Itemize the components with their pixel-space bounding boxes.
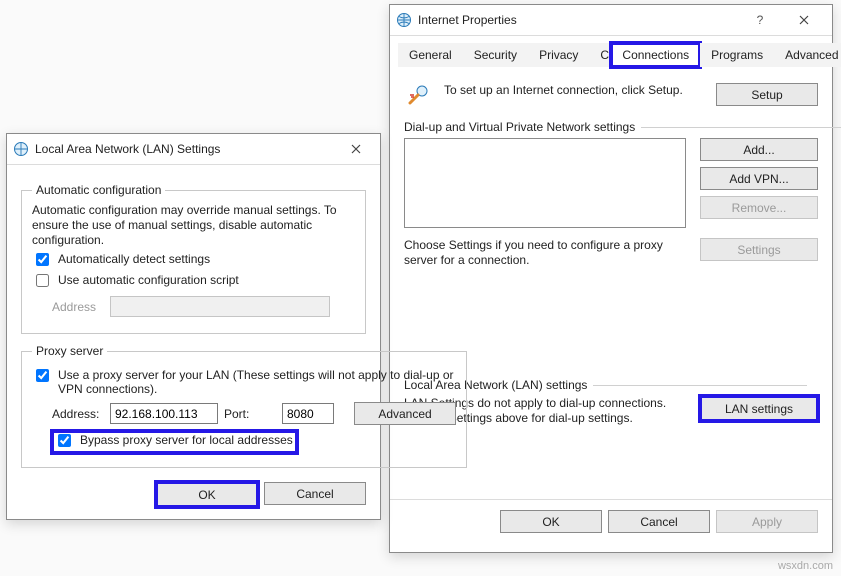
connect-icon <box>404 83 434 105</box>
apply-button: Apply <box>716 510 818 533</box>
auto-config-note: Automatic configuration may override man… <box>32 203 355 248</box>
auto-config-legend: Automatic configuration <box>32 183 165 197</box>
tab-advanced[interactable]: Advanced <box>774 43 841 67</box>
connections-listbox[interactable] <box>404 138 686 228</box>
tab-connections[interactable]: Connections <box>611 43 700 67</box>
help-button[interactable]: ? <box>738 6 782 34</box>
remove-button: Remove... <box>700 196 818 219</box>
window-title: Internet Properties <box>418 13 738 27</box>
bypass-input[interactable] <box>58 434 71 447</box>
proxy-address-input[interactable] <box>110 403 218 424</box>
proxy-port-label: Port: <box>224 407 276 421</box>
proxy-port-input[interactable] <box>282 403 334 424</box>
add-button[interactable]: Add... <box>700 138 818 161</box>
auto-config-group: Automatic configuration Automatic config… <box>21 183 366 334</box>
tab-privacy[interactable]: Privacy <box>528 43 589 67</box>
cancel-button[interactable]: Cancel <box>264 482 366 505</box>
use-proxy-input[interactable] <box>36 369 49 382</box>
setup-button[interactable]: Setup <box>716 83 818 106</box>
script-address-input <box>110 296 330 317</box>
tab-security[interactable]: Security <box>463 43 528 67</box>
titlebar: Internet Properties ? <box>390 5 832 36</box>
advanced-button[interactable]: Advanced <box>354 402 456 425</box>
lan-settings-button[interactable]: LAN settings <box>700 396 818 421</box>
use-script-checkbox[interactable]: Use automatic configuration script <box>32 273 355 290</box>
tabs: General Security Privacy Content Connect… <box>398 42 824 67</box>
auto-detect-checkbox[interactable]: Automatically detect settings <box>32 252 355 269</box>
ok-button[interactable]: OK <box>156 482 258 507</box>
script-address-label: Address <box>52 300 104 314</box>
settings-button: Settings <box>700 238 818 261</box>
source-watermark: wsxdn.com <box>778 560 833 572</box>
globe-icon <box>13 141 29 157</box>
globe-icon <box>396 12 412 28</box>
dialup-group-label: Dial-up and Virtual Private Network sett… <box>404 120 635 134</box>
tab-programs[interactable]: Programs <box>700 43 774 67</box>
proxy-note: Choose Settings if you need to configure… <box>404 238 684 268</box>
tab-content[interactable]: Content <box>589 43 611 67</box>
add-vpn-button[interactable]: Add VPN... <box>700 167 818 190</box>
titlebar: Local Area Network (LAN) Settings <box>7 134 380 165</box>
use-proxy-checkbox[interactable]: Use a proxy server for your LAN (These s… <box>32 368 456 396</box>
bypass-checkbox[interactable]: Bypass proxy server for local addresses <box>52 431 297 453</box>
close-button[interactable] <box>782 6 826 34</box>
proxy-group: Proxy server Use a proxy server for your… <box>21 344 467 468</box>
ok-button[interactable]: OK <box>500 510 602 533</box>
lan-settings-window: Local Area Network (LAN) Settings Automa… <box>6 133 381 520</box>
dialog-footer: OK Cancel Apply <box>390 499 832 543</box>
close-button[interactable] <box>338 135 374 163</box>
proxy-legend: Proxy server <box>32 344 107 358</box>
proxy-address-label: Address: <box>52 407 104 421</box>
cancel-button[interactable]: Cancel <box>608 510 710 533</box>
internet-properties-window: Internet Properties ? General Security P… <box>389 4 833 553</box>
setup-text: To set up an Internet connection, click … <box>434 83 716 98</box>
use-script-input[interactable] <box>36 274 49 287</box>
auto-detect-input[interactable] <box>36 253 49 266</box>
window-title: Local Area Network (LAN) Settings <box>35 142 338 156</box>
tab-general[interactable]: General <box>398 43 463 67</box>
